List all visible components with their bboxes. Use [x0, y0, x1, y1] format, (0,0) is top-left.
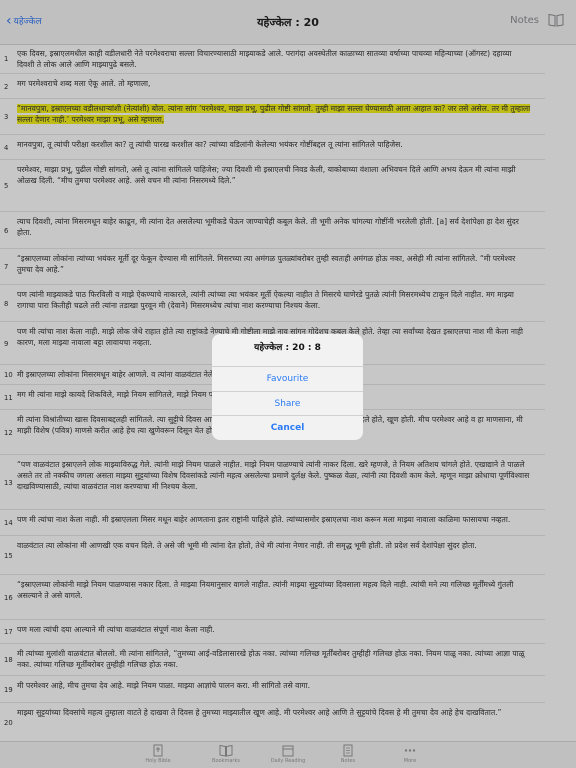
dialog-title: यहेज्केल : 20 : 8 [254, 343, 321, 353]
cancel-button[interactable]: Cancel [212, 415, 363, 440]
share-button[interactable]: Share [212, 391, 363, 416]
favourite-button[interactable]: Favourite [212, 366, 363, 391]
verse-action-dialog: यहेज्केल : 20 : 8 Favourite Share Cancel [212, 334, 363, 440]
